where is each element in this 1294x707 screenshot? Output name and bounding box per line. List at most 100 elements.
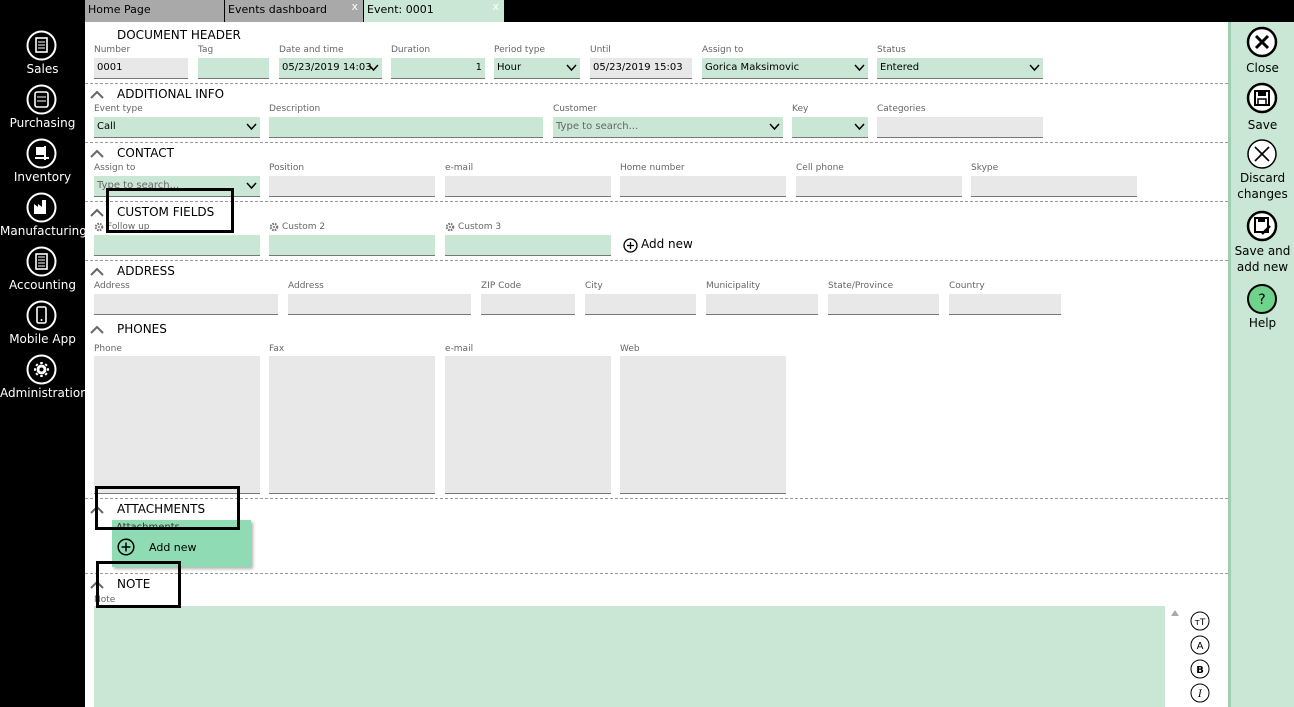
description-field[interactable]	[269, 117, 543, 138]
nav-item-mobile-app[interactable]: Mobile App	[0, 300, 85, 354]
state-province-field[interactable]	[828, 294, 939, 315]
nav-item-manufacturing[interactable]: Manufacturing	[0, 192, 87, 246]
address-2-field[interactable]	[288, 294, 471, 315]
event-type-label: Event type	[94, 104, 143, 114]
bold-icon[interactable]: B	[1190, 659, 1210, 679]
datetime-field[interactable]: 05/23/2019 14:03	[279, 58, 382, 79]
municipality-label: Municipality	[706, 281, 761, 291]
number-field[interactable]: 0001	[94, 58, 188, 79]
skype-label: Skype	[971, 163, 999, 173]
country-field[interactable]	[949, 294, 1061, 315]
chevron-up-icon[interactable]	[89, 208, 105, 218]
gear-icon[interactable]	[94, 222, 104, 232]
tag-field[interactable]	[198, 58, 269, 79]
section-divider	[85, 260, 1228, 261]
note-textarea[interactable]	[94, 606, 1165, 707]
nav-item-accounting[interactable]: Accounting	[0, 246, 85, 300]
contact-assign-label: Assign to	[94, 163, 136, 173]
help-button[interactable]: ? Help	[1231, 283, 1294, 331]
status-select[interactable]: Entered	[877, 58, 1043, 79]
mobile-app-icon	[26, 300, 57, 331]
categories-field[interactable]	[877, 117, 1043, 138]
duration-field[interactable]: 1	[391, 58, 485, 79]
address-1-field[interactable]	[94, 294, 278, 315]
chevron-up-icon[interactable]	[89, 90, 105, 100]
tag-label: Tag	[198, 45, 214, 55]
svg-text:B: B	[1196, 665, 1204, 676]
save-label: Save	[1247, 118, 1278, 132]
period-type-select[interactable]: Hour	[494, 58, 580, 79]
nav-item-inventory[interactable]: Inventory	[0, 138, 85, 192]
highlight-box-custom-fields	[106, 188, 234, 233]
help-label: Help	[1248, 316, 1277, 330]
city-field[interactable]	[585, 294, 696, 315]
skype-field[interactable]	[971, 176, 1137, 197]
assign-to-label: Assign to	[702, 45, 744, 55]
categories-label: Categories	[877, 104, 926, 114]
chevron-up-icon[interactable]	[89, 149, 105, 159]
left-navigation: Sales Purchasing Inventory Manufacturing…	[0, 0, 88, 707]
tab-events-dashboard[interactable]: Events dashboard x	[225, 0, 363, 22]
description-label: Description	[269, 104, 321, 114]
fax-label: Fax	[269, 344, 285, 354]
customer-placeholder: Type to search...	[556, 121, 639, 132]
tab-close-icon[interactable]: x	[351, 0, 358, 13]
tab-close-icon[interactable]: x	[492, 0, 499, 13]
gear-icon[interactable]	[445, 222, 455, 232]
duration-label: Duration	[391, 45, 431, 55]
highlight-box-note	[96, 561, 181, 608]
tab-home-page[interactable]: Home Page	[85, 0, 224, 22]
tab-event-0001[interactable]: Event: 0001 x	[364, 0, 504, 22]
save-add-new-icon	[1246, 210, 1278, 242]
discard-changes-button[interactable]: Discard changes	[1231, 138, 1294, 202]
event-type-select[interactable]: Call	[94, 117, 260, 138]
position-label: Position	[269, 163, 305, 173]
chevron-up-icon[interactable]	[89, 325, 105, 335]
cell-phone-field[interactable]	[796, 176, 962, 197]
chevron-up-icon[interactable]	[89, 267, 105, 277]
until-field[interactable]: 05/23/2019 15:03	[590, 58, 692, 79]
address-1-label: Address	[94, 281, 130, 291]
phones-email-list[interactable]	[445, 356, 611, 494]
assign-to-select[interactable]: Gorica Maksimovic	[702, 58, 868, 79]
save-button[interactable]: Save	[1231, 82, 1294, 132]
contact-email-field[interactable]	[445, 176, 611, 197]
fax-list[interactable]	[269, 356, 435, 494]
discard-icon	[1247, 139, 1277, 169]
tab-bar: Home Page Events dashboard x Event: 0001…	[85, 0, 1294, 22]
key-label: Key	[792, 104, 809, 114]
chevron-down-icon	[368, 64, 379, 72]
custom-1-field[interactable]	[94, 235, 260, 256]
font-size-icon[interactable]: тT	[1190, 611, 1210, 631]
nav-item-administration[interactable]: Administration	[0, 354, 88, 408]
municipality-field[interactable]	[706, 294, 818, 315]
nav-item-sales[interactable]: Sales	[0, 30, 85, 84]
custom-2-field[interactable]	[269, 235, 435, 256]
chevron-down-icon	[566, 64, 577, 72]
close-label: Close	[1246, 61, 1279, 75]
web-list[interactable]	[620, 356, 786, 494]
svg-text:?: ?	[1258, 292, 1265, 308]
position-field[interactable]	[269, 176, 435, 197]
section-title-phones: PHONES	[117, 322, 167, 336]
customer-search-input[interactable]: Type to search...	[553, 117, 783, 138]
font-color-icon[interactable]: A	[1190, 635, 1210, 655]
nav-label: Administration	[0, 386, 88, 400]
phone-list[interactable]	[94, 356, 260, 494]
nav-label: Sales	[26, 62, 59, 76]
nav-item-purchasing[interactable]: Purchasing	[0, 84, 85, 138]
period-type-label: Period type	[494, 45, 546, 55]
home-number-field[interactable]	[620, 176, 786, 197]
custom-3-field[interactable]	[445, 235, 611, 256]
note-format-toolbar: тT A B I	[1165, 606, 1219, 707]
key-select[interactable]	[792, 117, 868, 138]
zip-code-field[interactable]	[481, 294, 575, 315]
phone-label: Phone	[94, 344, 122, 354]
save-and-add-new-button[interactable]: Save and add new	[1231, 210, 1294, 274]
nav-label: Accounting	[8, 278, 76, 292]
scroll-up-icon[interactable]	[1171, 610, 1179, 616]
event-type-value: Call	[97, 121, 116, 132]
gear-icon[interactable]	[269, 222, 279, 232]
close-button[interactable]: Close	[1231, 26, 1294, 75]
italic-icon[interactable]: I	[1190, 683, 1210, 703]
